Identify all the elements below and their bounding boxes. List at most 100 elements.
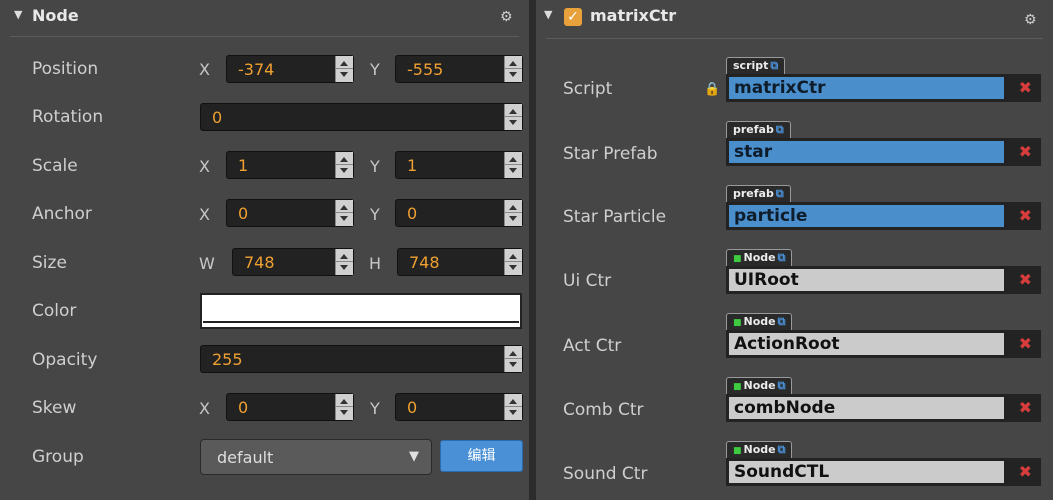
clear-x-icon[interactable]: ✖ (1019, 462, 1032, 481)
star-prefab-ref-field[interactable]: star ✖ (726, 138, 1041, 166)
rotation-spinner[interactable] (504, 104, 522, 130)
skew-y-field[interactable]: 0 (395, 393, 523, 421)
position-label: Position (32, 59, 99, 79)
rotation-label: Rotation (32, 107, 104, 127)
asset-type-tag: script ⧉ (726, 57, 786, 74)
clear-x-icon[interactable]: ✖ (1019, 78, 1032, 97)
script-ref-field[interactable]: matrixCtr ✖ (726, 74, 1041, 102)
position-y-field[interactable]: -555 (395, 55, 523, 83)
node-dot-icon: ■ (733, 318, 742, 328)
size-h-axis-label: H (369, 254, 382, 273)
anchor-y-value: 0 (407, 204, 418, 223)
act-ctr-ref-field[interactable]: ActionRoot ✖ (726, 330, 1041, 358)
asset-type-tag: prefab ⧉ (726, 121, 791, 138)
header-divider (10, 36, 519, 37)
panel-splitter[interactable] (529, 0, 536, 500)
sound-ctr-ref-field[interactable]: SoundCTL ✖ (726, 458, 1041, 486)
opacity-value: 255 (212, 350, 243, 369)
ui-ctr-ref-field[interactable]: UIRoot ✖ (726, 266, 1041, 294)
node-type-tag: ■ Node ⧉ (726, 313, 793, 330)
size-h-spinner[interactable] (504, 249, 522, 275)
clear-x-icon[interactable]: ✖ (1019, 206, 1032, 225)
ui-ctr-ref-value: UIRoot (729, 269, 1004, 291)
header-divider (546, 38, 1043, 39)
opacity-field[interactable]: 255 (200, 345, 523, 373)
rotation-value: 0 (212, 108, 223, 127)
anchor-label: Anchor (32, 204, 92, 224)
anchor-x-axis-label: X (199, 205, 210, 224)
node-panel-title: Node (32, 6, 79, 25)
position-x-axis-label: X (199, 60, 210, 79)
size-h-field[interactable]: 748 (397, 248, 523, 276)
position-x-field[interactable]: -374 (226, 55, 354, 83)
external-link-icon: ⧉ (775, 187, 784, 200)
component-inspector-panel: ▼ ✓ matrixCtr ⚙ Script 🔒 script ⧉ matrixC… (536, 0, 1053, 500)
size-w-spinner[interactable] (335, 249, 353, 275)
enabled-checkbox[interactable]: ✓ (564, 8, 582, 26)
sound-ctr-ref-value: SoundCTL (729, 461, 1004, 483)
gear-icon[interactable]: ⚙ (1024, 12, 1037, 28)
opacity-label: Opacity (32, 350, 98, 370)
star-particle-label: Star Particle (563, 207, 667, 227)
position-y-axis-label: Y (370, 60, 380, 79)
collapse-triangle-icon[interactable]: ▼ (544, 8, 552, 21)
anchor-x-value: 0 (238, 204, 249, 223)
clear-x-icon[interactable]: ✖ (1019, 398, 1032, 417)
anchor-y-field[interactable]: 0 (395, 199, 523, 227)
comb-ctr-ref-field[interactable]: combNode ✖ (726, 394, 1041, 422)
position-x-spinner[interactable] (335, 56, 353, 82)
scale-y-field[interactable]: 1 (395, 151, 523, 179)
position-y-value: -555 (407, 60, 444, 79)
position-y-spinner[interactable] (504, 56, 522, 82)
skew-x-spinner[interactable] (335, 394, 353, 420)
size-w-field[interactable]: 748 (232, 248, 354, 276)
act-ctr-ref-value: ActionRoot (729, 333, 1004, 355)
external-link-icon: ⧉ (770, 59, 779, 72)
component-title: matrixCtr (590, 6, 677, 25)
external-link-icon: ⧉ (777, 315, 786, 328)
collapse-triangle-icon[interactable]: ▼ (14, 8, 22, 21)
skew-y-spinner[interactable] (504, 394, 522, 420)
scale-x-field[interactable]: 1 (226, 151, 354, 179)
node-inspector-panel: ▼ Node ⚙ Position X -374 Y -555 Rotation… (0, 0, 529, 500)
skew-x-value: 0 (238, 398, 249, 417)
component-panel-header[interactable]: ▼ ✓ matrixCtr ⚙ (536, 0, 1053, 36)
external-link-icon: ⧉ (775, 123, 784, 136)
skew-label: Skew (32, 398, 77, 418)
clear-x-icon[interactable]: ✖ (1019, 334, 1032, 353)
scale-x-value: 1 (238, 156, 249, 175)
node-type-tag: ■ Node ⧉ (726, 249, 793, 266)
group-label: Group (32, 447, 84, 467)
group-select[interactable]: default ▼ (200, 439, 432, 475)
anchor-x-field[interactable]: 0 (226, 199, 354, 227)
node-type-tag: ■ Node ⧉ (726, 441, 793, 458)
scale-x-axis-label: X (199, 157, 210, 176)
size-w-value: 748 (244, 253, 275, 272)
star-particle-ref-field[interactable]: particle ✖ (726, 202, 1041, 230)
scale-x-spinner[interactable] (335, 152, 353, 178)
rotation-field[interactable]: 0 (200, 103, 523, 131)
comb-ctr-ref-value: combNode (729, 397, 1004, 419)
star-prefab-label: Star Prefab (563, 144, 658, 164)
dropdown-arrow-icon: ▼ (409, 449, 419, 464)
gear-icon[interactable]: ⚙ (500, 9, 513, 25)
scale-y-spinner[interactable] (504, 152, 522, 178)
color-label: Color (32, 301, 77, 321)
sound-ctr-label: Sound Ctr (563, 464, 648, 484)
node-panel-header[interactable]: ▼ Node ⚙ (0, 0, 529, 36)
asset-type-tag: prefab ⧉ (726, 185, 791, 202)
star-prefab-ref-value: star (729, 141, 1004, 163)
skew-y-value: 0 (407, 398, 418, 417)
edit-group-button[interactable]: 编辑 (440, 440, 523, 472)
group-select-value: default (217, 448, 274, 467)
anchor-y-spinner[interactable] (504, 200, 522, 226)
clear-x-icon[interactable]: ✖ (1019, 270, 1032, 289)
anchor-x-spinner[interactable] (335, 200, 353, 226)
clear-x-icon[interactable]: ✖ (1019, 142, 1032, 161)
anchor-y-axis-label: Y (370, 205, 380, 224)
skew-x-field[interactable]: 0 (226, 393, 354, 421)
lock-icon: 🔒 (704, 82, 721, 97)
color-swatch[interactable] (200, 293, 522, 329)
opacity-spinner[interactable] (504, 346, 522, 372)
external-link-icon: ⧉ (777, 251, 786, 264)
